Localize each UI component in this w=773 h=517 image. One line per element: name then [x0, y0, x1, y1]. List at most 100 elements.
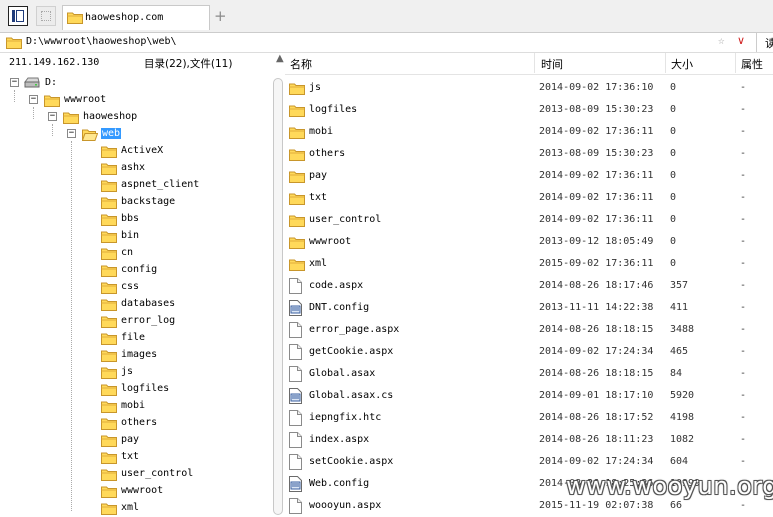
column-attr[interactable]: 属性	[741, 56, 763, 76]
tree-item[interactable]: error_log	[0, 313, 270, 330]
column-name[interactable]: 名称	[290, 56, 312, 76]
folder-icon	[101, 502, 117, 515]
file-name: Global.asax	[309, 368, 376, 379]
go-button[interactable]: 读	[765, 35, 773, 51]
file-size: 0	[670, 104, 677, 115]
tree-item[interactable]: wwwroot	[0, 483, 270, 500]
tree-item[interactable]: pay	[0, 432, 270, 449]
collapse-toggle-icon[interactable]: −	[48, 112, 57, 121]
file-icon	[289, 498, 302, 517]
tree-item[interactable]: bin	[0, 228, 270, 245]
tree-label: user_control	[121, 468, 194, 479]
tree-item[interactable]: bbs	[0, 211, 270, 228]
file-row[interactable]: error_page.aspx 2014-08-26 18:18:15 3488 -	[285, 319, 773, 341]
tab-haoweshop[interactable]: haoweshop.com	[62, 5, 210, 30]
file-row[interactable]: getCookie.aspx 2014-09-02 17:24:34 465 -	[285, 341, 773, 363]
file-row[interactable]: iepngfix.htc 2014-08-26 18:17:52 4198 -	[285, 407, 773, 429]
tree-item-drive[interactable]: − D:	[0, 75, 270, 92]
tree-item-wwwroot[interactable]: − wwwroot	[0, 92, 270, 109]
tree-item-haoweshop[interactable]: − haoweshop	[0, 109, 270, 126]
file-attr: -	[740, 170, 747, 181]
tree-item[interactable]: aspnet_client	[0, 177, 270, 194]
tree-item[interactable]: mobi	[0, 398, 270, 415]
chevron-down-icon[interactable]: ∨	[737, 34, 745, 47]
file-name: DNT.config	[309, 302, 370, 313]
tree-item[interactable]: logfiles	[0, 381, 270, 398]
new-tab-button[interactable]: +	[214, 7, 227, 25]
tree-label: error_log	[121, 315, 176, 326]
file-icon	[289, 344, 302, 363]
file-row[interactable]: pay 2014-09-02 17:36:11 0 -	[285, 165, 773, 187]
collapse-toggle-icon[interactable]: −	[29, 95, 38, 104]
file-attr: -	[740, 192, 747, 203]
address-bar[interactable]: D:\wwwroot\haoweshop\web\ ☆ ∨ 读	[0, 32, 773, 53]
collapse-toggle-icon[interactable]: −	[67, 129, 76, 138]
new-window-icon[interactable]	[36, 6, 56, 26]
file-row[interactable]: txt 2014-09-02 17:36:11 0 -	[285, 187, 773, 209]
tree-item[interactable]: user_control	[0, 466, 270, 483]
folder-icon	[101, 196, 117, 209]
tree-item[interactable]: file	[0, 330, 270, 347]
file-attr: -	[740, 368, 747, 379]
file-time: 2013-09-12 18:05:49	[539, 236, 654, 247]
tree-item[interactable]: txt	[0, 449, 270, 466]
file-time: 2014-09-02 17:36:10	[539, 82, 654, 93]
file-row[interactable]: wwwroot 2013-09-12 18:05:49 0 -	[285, 231, 773, 253]
tree-item[interactable]: ActiveX	[0, 143, 270, 160]
column-time[interactable]: 时间	[541, 56, 563, 76]
tree-item-web[interactable]: − web	[0, 126, 270, 143]
server-ip: 211.149.162.130	[9, 57, 100, 68]
collapse-toggle-icon[interactable]: −	[10, 78, 19, 87]
folder-icon	[289, 126, 305, 142]
tree-label: file	[121, 332, 146, 343]
file-row[interactable]: code.aspx 2014-08-26 18:17:46 357 -	[285, 275, 773, 297]
file-row[interactable]: index.aspx 2014-08-26 18:11:23 1082 -	[285, 429, 773, 451]
folder-icon	[101, 434, 117, 447]
file-row[interactable]: js 2014-09-02 17:36:10 0 -	[285, 77, 773, 99]
folder-icon	[44, 94, 60, 107]
panel-toggle-icon[interactable]	[8, 6, 28, 26]
tree-item[interactable]: xml	[0, 500, 270, 517]
bookmark-icon[interactable]: ☆	[718, 34, 725, 47]
tree-label: web	[101, 128, 122, 139]
tree-label: ActiveX	[121, 145, 164, 156]
pane-splitter[interactable]	[271, 76, 285, 515]
file-time: 2014-09-02 17:24:34	[539, 456, 654, 467]
file-time: 2014-08-26 18:18:15	[539, 368, 654, 379]
file-name: others	[309, 148, 346, 159]
tree-item[interactable]: config	[0, 262, 270, 279]
file-row[interactable]: mobi 2014-09-02 17:36:11 0 -	[285, 121, 773, 143]
tree-item[interactable]: images	[0, 347, 270, 364]
file-row[interactable]: user_control 2014-09-02 17:36:11 0 -	[285, 209, 773, 231]
file-name: getCookie.aspx	[309, 346, 394, 357]
file-row[interactable]: setCookie.aspx 2014-09-02 17:24:34 604 -	[285, 451, 773, 473]
tree-item[interactable]: backstage	[0, 194, 270, 211]
tab-bar: haoweshop.com +	[0, 0, 773, 32]
folder-icon	[101, 485, 117, 498]
tree-item[interactable]: js	[0, 364, 270, 381]
address-path[interactable]: D:\wwwroot\haoweshop\web\	[26, 36, 177, 47]
tree-item[interactable]: css	[0, 279, 270, 296]
file-row[interactable]: Global.asax 2014-08-26 18:18:15 84 -	[285, 363, 773, 385]
folder-icon	[101, 145, 117, 158]
file-row[interactable]: xml 2015-09-02 17:36:11 0 -	[285, 253, 773, 275]
column-header: 名称 时间 大小 属性	[285, 53, 773, 75]
file-row[interactable]: logfiles 2013-08-09 15:30:23 0 -	[285, 99, 773, 121]
tree-item[interactable]: databases	[0, 296, 270, 313]
column-size[interactable]: 大小	[671, 56, 693, 76]
tree-label: css	[121, 281, 140, 292]
file-row[interactable]: others 2013-08-09 15:30:23 0 -	[285, 143, 773, 165]
folder-icon	[6, 36, 22, 49]
file-row[interactable]: Global.asax.cs 2014-09-01 18:17:10 5920 -	[285, 385, 773, 407]
file-row[interactable]: DNT.config 2013-11-11 14:22:38 411 -	[285, 297, 773, 319]
folder-icon	[289, 258, 305, 274]
tree-item[interactable]: cn	[0, 245, 270, 262]
file-attr: -	[740, 126, 747, 137]
tree-item[interactable]: ashx	[0, 160, 270, 177]
folder-icon	[101, 332, 117, 345]
file-attr: -	[740, 390, 747, 401]
file-attr: -	[740, 324, 747, 335]
file-size: 84	[670, 368, 683, 379]
file-size: 0	[670, 214, 677, 225]
tree-item[interactable]: others	[0, 415, 270, 432]
